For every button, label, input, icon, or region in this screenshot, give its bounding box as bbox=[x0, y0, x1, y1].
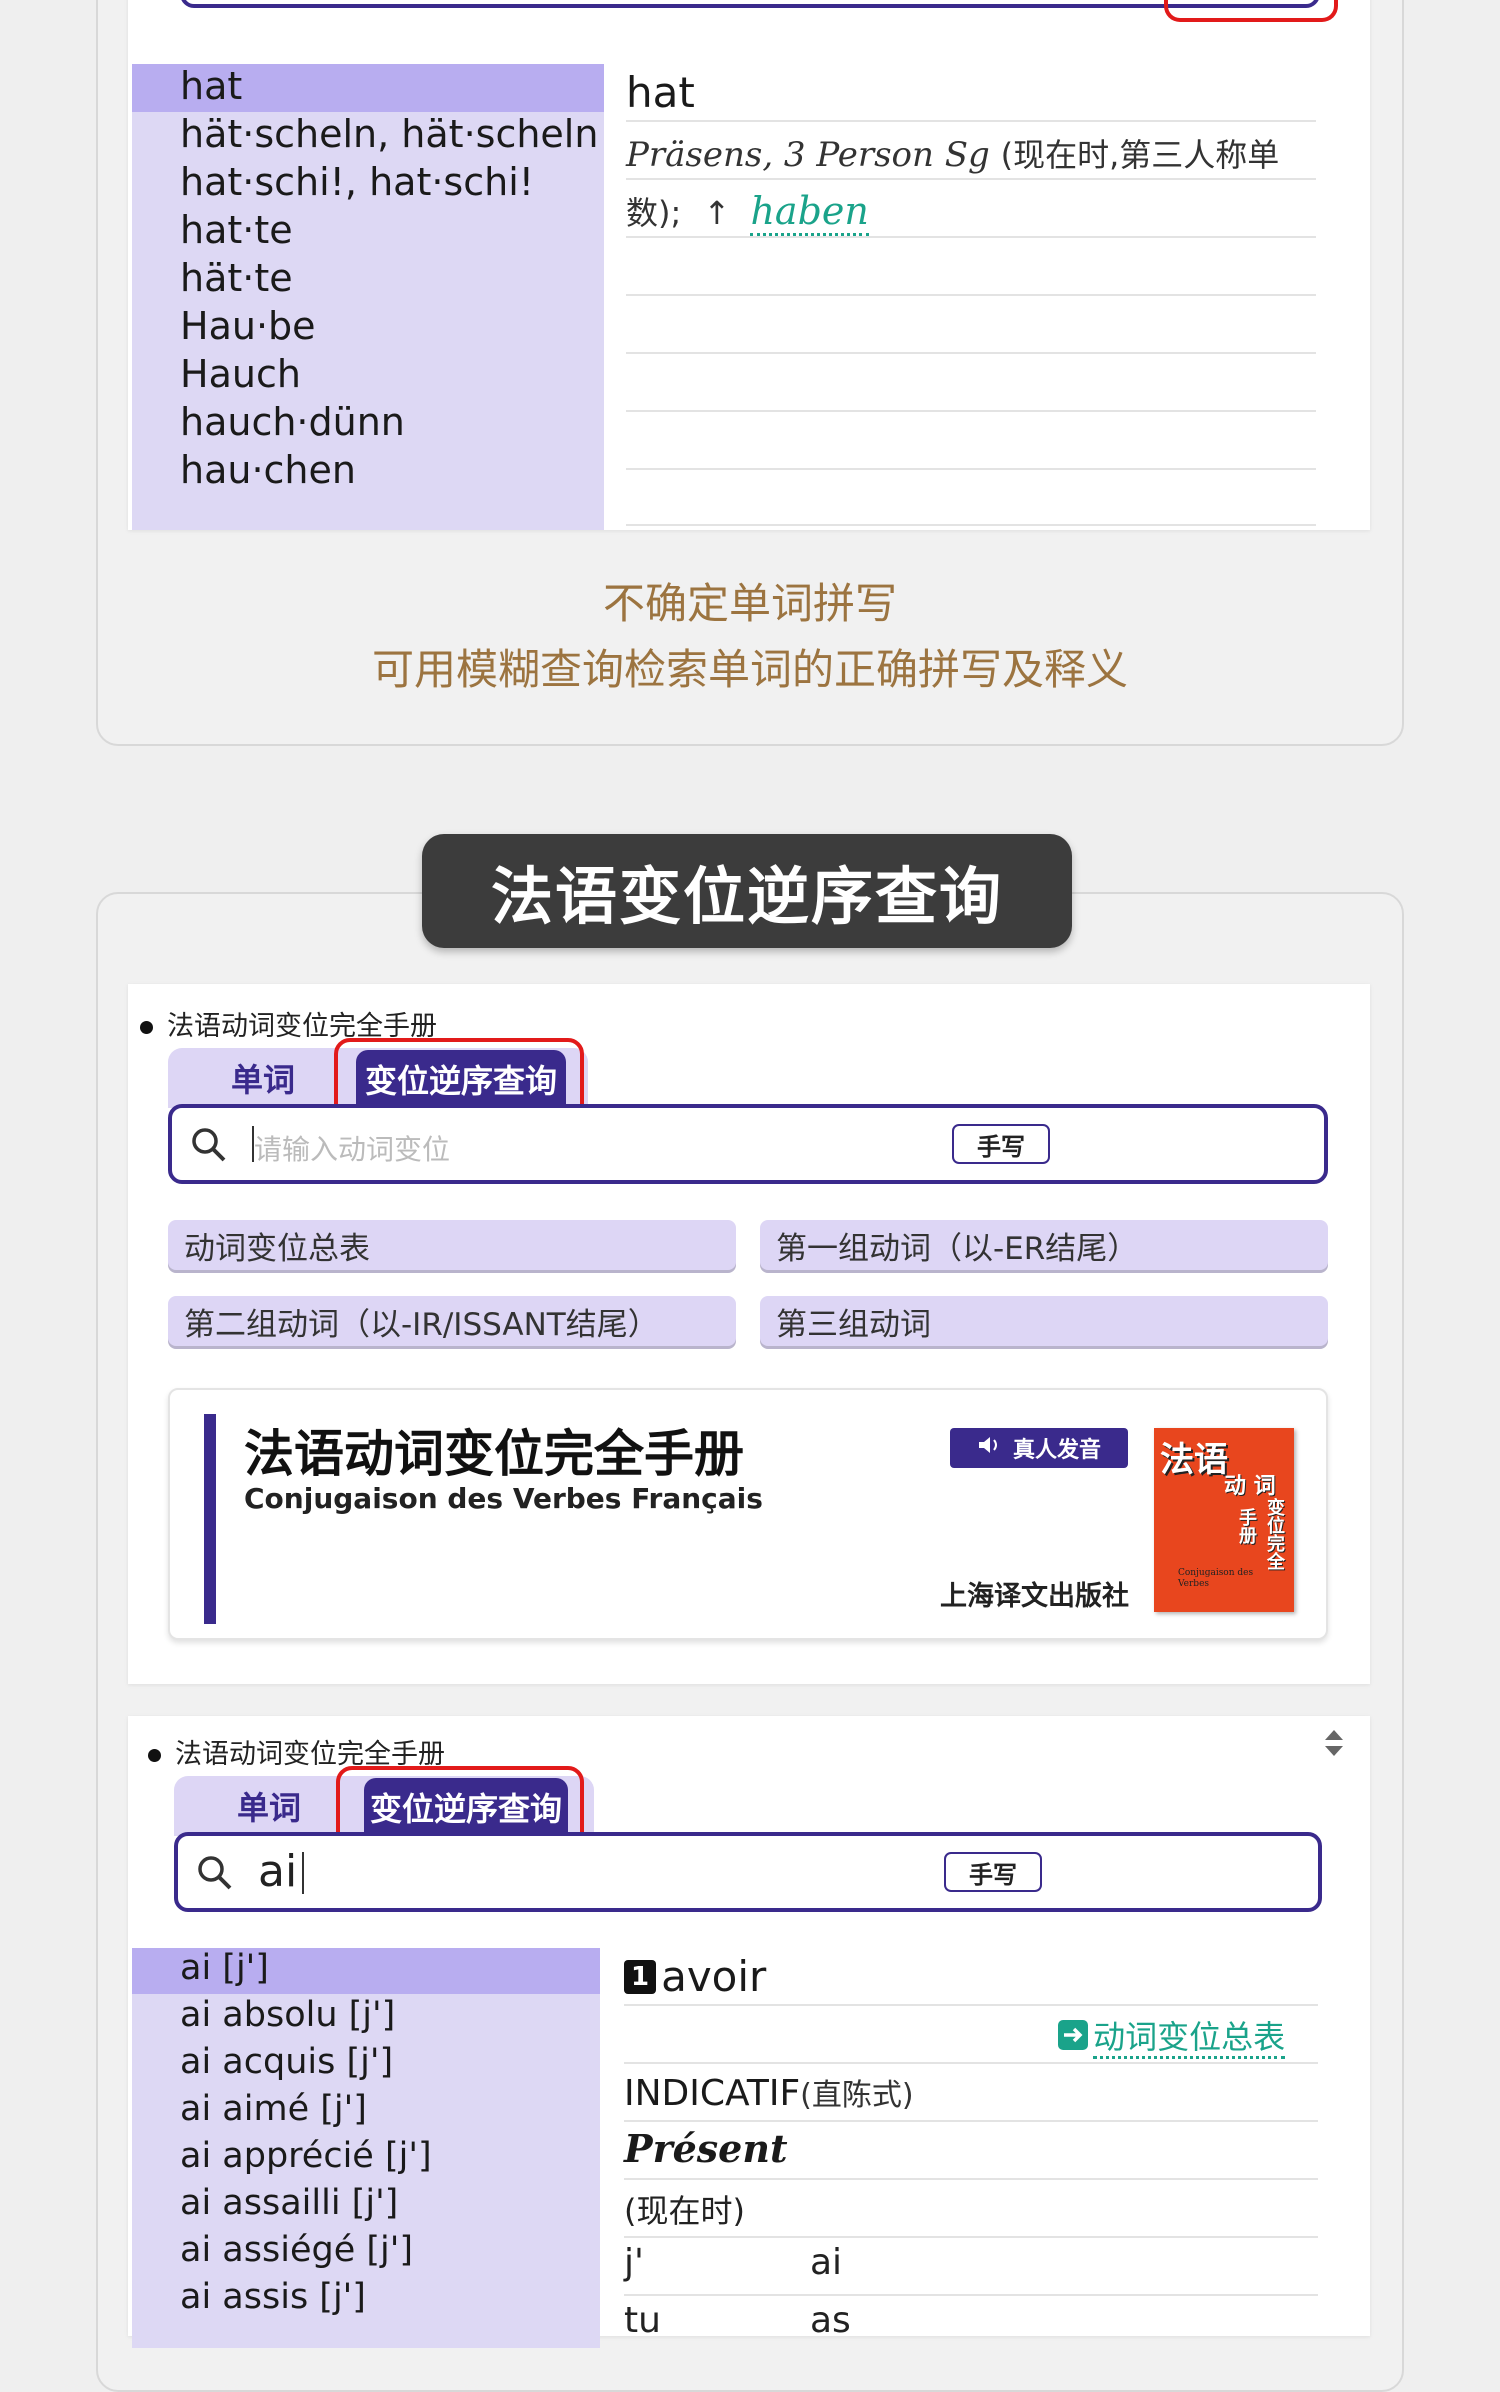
banner-subtitle: Conjugaison des Verbes Français bbox=[244, 1482, 763, 1515]
sort-toggle-icon[interactable] bbox=[1322, 1728, 1346, 1762]
entry-number-badge: 1 bbox=[624, 1959, 656, 1994]
word-list-item[interactable]: Hau·be bbox=[180, 304, 316, 348]
book-cover-title: 法语 bbox=[1160, 1440, 1228, 1480]
word-list-item[interactable]: hät·te bbox=[180, 256, 293, 300]
word-list: ai [j'] ai absolu [j'] ai acquis [j'] ai… bbox=[132, 1948, 600, 2348]
word-list-item[interactable]: ai apprécié [j'] bbox=[180, 2136, 432, 2176]
entry-link-haben[interactable]: haben bbox=[750, 189, 869, 236]
banner-accent-bar bbox=[204, 1414, 216, 1624]
word-list-item[interactable]: hau·chen bbox=[180, 448, 356, 492]
section-title-badge: 法语变位逆序查询 bbox=[422, 834, 1072, 948]
category-all-verbs[interactable]: 动词变位总表 bbox=[168, 1220, 736, 1270]
word-list-item[interactable]: ai assailli [j'] bbox=[180, 2183, 398, 2223]
divider bbox=[624, 2178, 1318, 2180]
word-list-item[interactable]: ai assis [j'] bbox=[180, 2277, 366, 2317]
section-title: 法语变位逆序查询 bbox=[490, 860, 1003, 933]
divider bbox=[626, 410, 1316, 412]
divider bbox=[624, 2062, 1318, 2064]
conjugation-panel-empty: 法语动词变位完全手册 单词 变位逆序查询 请输入动词变位 手写 动词变位总表 第… bbox=[128, 984, 1370, 1684]
word-list-item[interactable]: hat bbox=[180, 64, 242, 108]
divider bbox=[624, 2120, 1318, 2122]
divider bbox=[626, 294, 1316, 296]
bullet-icon bbox=[140, 1021, 153, 1034]
word-list: hat hät·scheln, hät·scheln hat·schi!, ha… bbox=[132, 64, 604, 530]
divider bbox=[626, 178, 1316, 180]
book-cover-side: 变位完全 bbox=[1264, 1498, 1285, 1570]
divider bbox=[624, 2294, 1318, 2296]
pronoun: tu bbox=[624, 2300, 661, 2341]
audio-badge-label: 真人发音 bbox=[1012, 1438, 1101, 1463]
word-list-item[interactable]: hät·scheln, hät·scheln bbox=[180, 112, 598, 156]
speaker-icon bbox=[977, 1435, 1003, 1461]
entry-title: hat bbox=[626, 68, 695, 117]
book-cover-fr: Conjugaison des Verbes bbox=[1178, 1568, 1254, 1589]
word-list-item[interactable]: hat·schi!, hat·schi! bbox=[180, 160, 534, 204]
divider bbox=[624, 2004, 1318, 2006]
category-group-2[interactable]: 第二组动词（以-IR/ISSANT结尾） bbox=[168, 1296, 736, 1346]
word-list-item[interactable]: ai assiégé [j'] bbox=[180, 2230, 413, 2270]
divider bbox=[626, 468, 1316, 470]
search-input[interactable]: hat bbox=[180, 0, 1320, 8]
divider bbox=[626, 524, 1316, 526]
bullet-icon bbox=[148, 1749, 161, 1762]
conjugation-panel-results: 法语动词变位完全手册 单词 变位逆序查询 ai 手写 ai [j'] ai ab… bbox=[128, 1716, 1370, 2348]
search-icon bbox=[190, 1126, 228, 1164]
book-cover-side2: 手册 bbox=[1236, 1508, 1257, 1544]
category-group-1[interactable]: 第一组动词（以-ER结尾） bbox=[760, 1220, 1328, 1270]
category-group-3[interactable]: 第三组动词 bbox=[760, 1296, 1328, 1346]
word-list-item[interactable]: Hauch bbox=[180, 352, 301, 396]
tab-word[interactable]: 单词 bbox=[194, 1776, 344, 1836]
conjugation-table-link-label: 动词变位总表 bbox=[1093, 2018, 1286, 2059]
book-cover: 法语 动 词 变位完全 手册 Conjugaison des Verbes bbox=[1154, 1428, 1294, 1612]
divider bbox=[626, 236, 1316, 238]
banner-title: 法语动词变位完全手册 bbox=[244, 1425, 744, 1483]
search-value: ai bbox=[258, 1846, 298, 1897]
entry-grammar-fr: Präsens, 3 Person Sg bbox=[626, 135, 990, 175]
conjugation-search-input[interactable]: 请输入动词变位 手写 bbox=[168, 1104, 1328, 1184]
word-list-item[interactable]: hauch·dünn bbox=[180, 400, 405, 444]
dictionary-banner[interactable]: 法语动词变位完全手册 Conjugaison des Verbes França… bbox=[168, 1388, 1328, 1640]
arrow-up-icon: ↑ bbox=[703, 194, 731, 232]
caption-line-1: 不确定单词拼写 bbox=[602, 579, 897, 628]
entry-reference: 数); ↑ haben bbox=[626, 188, 869, 236]
audio-badge: 真人发音 bbox=[950, 1428, 1128, 1468]
text-cursor bbox=[302, 1852, 304, 1894]
verb-form: as bbox=[810, 2300, 851, 2341]
word-list-item[interactable]: ai aimé [j'] bbox=[180, 2089, 367, 2129]
book-cover-sub: 动 词 bbox=[1224, 1474, 1276, 1499]
verb-form: ai bbox=[810, 2242, 843, 2283]
entry-ref-cn: 数); bbox=[626, 194, 682, 232]
word-list-item[interactable]: ai acquis [j'] bbox=[180, 2042, 393, 2082]
tab-word[interactable]: 单词 bbox=[188, 1048, 338, 1108]
mood-label: INDICATIF(直陈式) bbox=[624, 2070, 914, 2114]
top-dictionary-panel: hat hat hät·scheln, hät·scheln hat·schi!… bbox=[128, 0, 1370, 530]
highlight-handwrite bbox=[1164, 0, 1338, 22]
mood-cn: (直陈式) bbox=[800, 2078, 914, 2113]
conjugation-table-link[interactable]: 动词变位总表 bbox=[1058, 2012, 1286, 2059]
search-icon bbox=[196, 1854, 234, 1892]
handwrite-button[interactable]: 手写 bbox=[944, 1852, 1042, 1892]
entry-grammar-cn: (现在时,第三人称单 bbox=[1000, 136, 1280, 174]
word-list-item[interactable]: hat·te bbox=[180, 208, 293, 252]
tense-label: Présent bbox=[624, 2126, 788, 2171]
word-list-item[interactable]: ai absolu [j'] bbox=[180, 1995, 395, 2035]
divider bbox=[626, 120, 1316, 122]
divider bbox=[624, 2236, 1318, 2238]
tense-cn: (现在时) bbox=[624, 2192, 745, 2230]
word-list-item[interactable]: ai [j'] bbox=[180, 1948, 269, 1988]
entry-grammar: Präsens, 3 Person Sg (现在时,第三人称单 bbox=[626, 130, 1279, 176]
divider bbox=[626, 352, 1316, 354]
caption-line-2: 可用模糊查询检索单词的正确拼写及释义 bbox=[371, 645, 1128, 694]
entry-title: avoir bbox=[661, 1952, 767, 2001]
entry-header: 1 avoir bbox=[624, 1952, 766, 2001]
link-arrow-icon bbox=[1058, 2020, 1088, 2050]
mood-fr: INDICATIF bbox=[624, 2073, 801, 2114]
handwrite-button[interactable]: 手写 bbox=[952, 1124, 1050, 1164]
search-placeholder: 请输入动词变位 bbox=[254, 1133, 451, 1166]
publisher: 上海译文出版社 bbox=[940, 1581, 1129, 1612]
conjugation-search-input[interactable]: ai 手写 bbox=[174, 1832, 1322, 1912]
pronoun: j' bbox=[624, 2242, 644, 2283]
